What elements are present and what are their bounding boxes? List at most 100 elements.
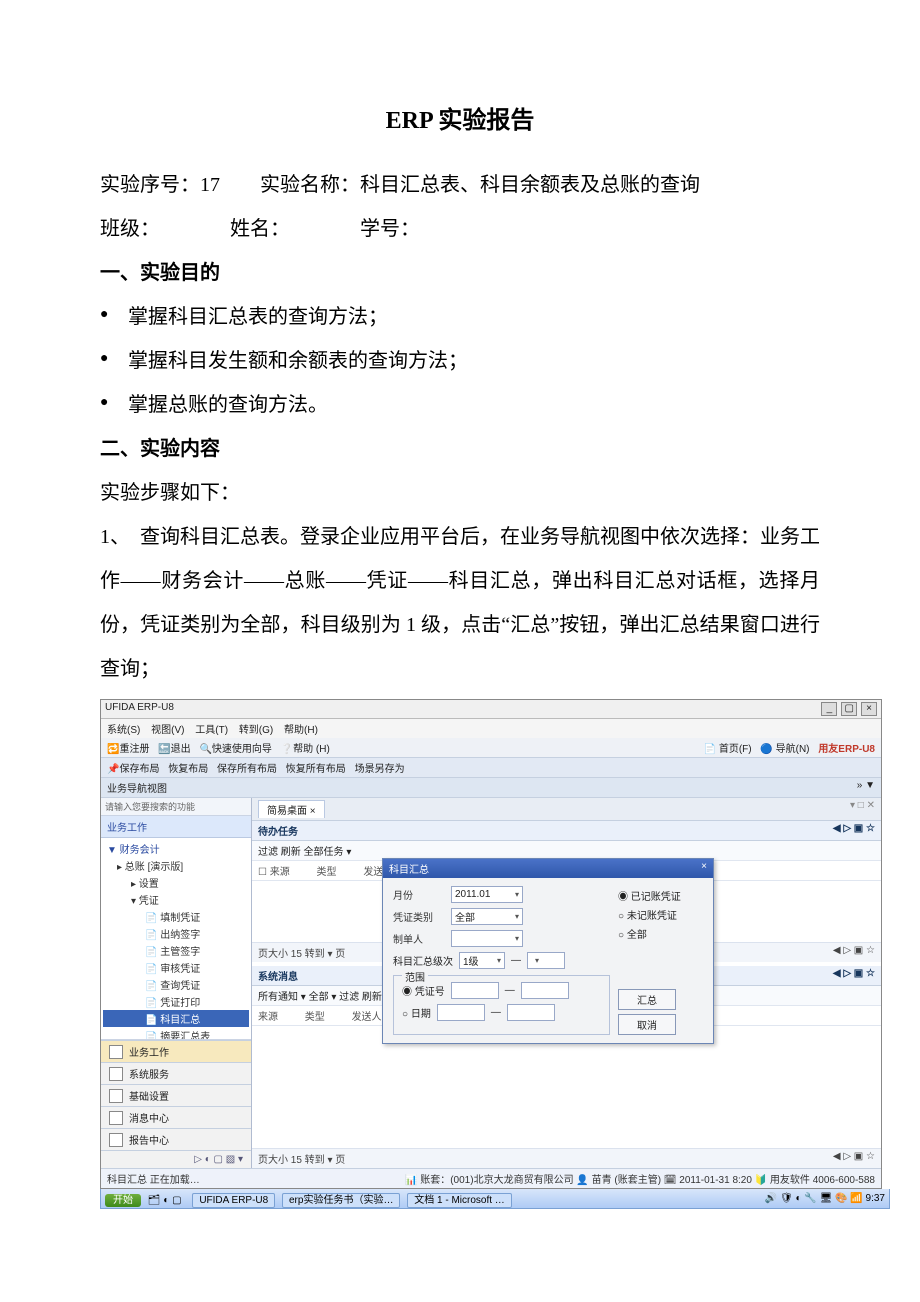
range-dash1: — [505,985,515,996]
pane-pending-title: 待办任务 ◀ ▷ ▣ ☆ [252,821,881,841]
tree-node[interactable]: 📄 出纳签字 [103,925,249,942]
select-maker[interactable]: ▾ [451,930,523,947]
radio-all[interactable]: 全部 [618,926,703,941]
task-worddoc1[interactable]: erp实验任务书（实验… [282,1193,400,1208]
dialog-close-icon[interactable]: × [701,861,707,876]
step-1: 1、 查询科目汇总表。登录企业应用平台后，在业务导航视图中依次选择：业务工作——… [100,515,820,691]
radio-unposted[interactable]: 未记账凭证 [618,907,703,922]
select-level[interactable]: 1级▾ [459,952,505,969]
sidebar-section[interactable]: 系统服务 [101,1062,251,1084]
link-nav[interactable]: 🔵 导航(N) [760,744,809,755]
sidebar-mini[interactable]: ▷ ◐ ▢ ▧ ▾ [101,1150,251,1168]
col-source: ☐ 来源 [258,863,290,878]
input-date-to[interactable] [507,1004,555,1021]
tree-node[interactable]: 📄 填制凭证 [103,908,249,925]
tree-node[interactable]: ▸ 总账 [演示版] [103,857,249,874]
sidebar-section[interactable]: 业务工作 [101,1040,251,1062]
pane-pending-label: 待办任务 [258,823,298,838]
sidebar: 请输入您要搜索的功能 业务工作 ▼ 财务会计▸ 总账 [演示版]▸ 设置▾ 凭证… [101,798,252,1168]
btn-save-all-layout[interactable]: 保存所有布局 [217,764,277,775]
tree-node[interactable]: ▾ 凭证 [103,891,249,908]
select-vouchertype[interactable]: 全部▾ [451,908,523,925]
scol-type: 类型 [305,1008,325,1023]
max-icon[interactable]: ▢ [841,702,857,716]
group-range: 范围 凭证号 — 日期 — [393,975,610,1035]
dialog-titlebar[interactable]: 科目汇总 × [383,859,713,878]
tree-node[interactable]: 📄 科目汇总 [103,1010,249,1027]
objective-1: 掌握科目汇总表的查询方法； [100,295,820,339]
btn-restore-all-layout[interactable]: 恢复所有布局 [286,764,346,775]
btn-help[interactable]: ❔帮助 (H) [281,744,330,755]
radio-voucherno[interactable]: 凭证号 [402,983,445,998]
start-button[interactable]: 开始 [105,1194,141,1207]
objective-2: 掌握科目发生额和余额表的查询方法； [100,339,820,383]
menu-goto[interactable]: 转到(G) [239,725,273,736]
tree-node[interactable]: 📄 凭证打印 [103,993,249,1010]
input-voucherno-to[interactable] [521,982,569,999]
os-taskbar[interactable]: 开始 🗂 ◐ ▢ UFIDA ERP-U8 erp实验任务书（实验… 文档 1 … [100,1189,890,1209]
tab-desktop[interactable]: 简易桌面 × [258,800,325,818]
nav-view-more[interactable]: » ▼ [857,780,875,795]
radio-date[interactable]: 日期 [402,1005,431,1020]
pager-nav[interactable]: ◀ ▷ ▣ ☆ [833,945,875,960]
range-dash2: — [491,1007,501,1018]
pager2-left[interactable]: 页大小 15 转到 ▾ 页 [258,1151,345,1166]
tree-node[interactable]: ▼ 财务会计 [103,840,249,857]
status-bar: 科目汇总 正在加载… 📊 账套：(001)北京大龙商贸有限公司 👤 苗青 (账套… [101,1168,881,1188]
legend-range: 范围 [402,969,428,984]
btn-cancel[interactable]: 取消 [618,1014,676,1035]
system-tray[interactable]: 🔊 🛡 ◐ 🔧 🖥 🎨 📶 9:37 [765,1193,885,1204]
window-buttons[interactable]: _ ▢ × [820,702,877,716]
sidebar-search[interactable]: 请输入您要搜索的功能 [101,798,251,816]
input-date-from[interactable] [437,1004,485,1021]
menu-help[interactable]: 帮助(H) [284,725,318,736]
select-level-to[interactable]: ▾ [527,952,565,969]
input-month[interactable]: 2011.01▾ [451,886,523,903]
status-left: 科目汇总 正在加载… [107,1171,200,1186]
radio-posted[interactable]: 已记账凭证 [618,888,703,903]
sysmsg-pager[interactable]: 页大小 15 转到 ▾ 页 ◀ ▷ ▣ ☆ [252,1148,881,1168]
steps-intro: 实验步骤如下： [100,471,820,515]
input-voucherno-from[interactable] [451,982,499,999]
task-worddoc2[interactable]: 文档 1 - Microsoft … [407,1193,512,1208]
task-erp[interactable]: UFIDA ERP-U8 [192,1193,275,1208]
pager-left[interactable]: 页大小 15 转到 ▾ 页 [258,945,345,960]
tree-node[interactable]: 📄 主管签字 [103,942,249,959]
sysmsg-nav-icons[interactable]: ◀ ▷ ▣ ☆ [833,968,875,983]
btn-save-layout[interactable]: 📌保存布局 [107,764,159,775]
tree-node[interactable]: 📄 审核凭证 [103,959,249,976]
menu-view[interactable]: 视图(V) [151,725,184,736]
menu-system[interactable]: 系统(S) [107,725,140,736]
scol-source: 来源 [258,1008,278,1023]
sidebar-section[interactable]: 消息中心 [101,1106,251,1128]
sidebar-section[interactable]: 基础设置 [101,1084,251,1106]
btn-exit[interactable]: 🔙退出 [158,744,190,755]
tree-node[interactable]: 📄 查询凭证 [103,976,249,993]
embedded-screenshot: UFIDA ERP-U8 _ ▢ × 系统(S) 视图(V) 工具(T) 转到(… [100,699,882,1189]
sidebar-section[interactable]: 报告中心 [101,1128,251,1150]
tree-node[interactable]: ▸ 设置 [103,874,249,891]
min-icon[interactable]: _ [821,702,837,716]
menu-tool[interactable]: 工具(T) [195,725,228,736]
btn-restore-layout[interactable]: 恢复布局 [168,764,208,775]
tree-node[interactable]: 📄 摘要汇总表 [103,1027,249,1040]
close-icon[interactable]: × [861,702,877,716]
dialog-title: 科目汇总 [389,861,429,876]
btn-wizard[interactable]: 🔍快速使用向导 [199,744,271,755]
pager2-nav[interactable]: ◀ ▷ ▣ ☆ [833,1151,875,1166]
col-type: 类型 [317,863,337,878]
menu-bar[interactable]: 系统(S) 视图(V) 工具(T) 转到(G) 帮助(H) [101,719,881,738]
scol-sender: 发送人 [352,1008,382,1023]
sysmsg-label: 系统消息 [258,968,298,983]
nav-tree[interactable]: ▼ 财务会计▸ 总账 [演示版]▸ 设置▾ 凭证📄 填制凭证📄 出纳签字📄 主管… [101,838,251,1040]
pane-nav-icons[interactable]: ◀ ▷ ▣ ☆ [833,823,875,838]
btn-summary[interactable]: 汇总 [618,989,676,1010]
quicklaunch-icons[interactable]: 🗂 ◐ ▢ [148,1195,182,1206]
section-2: 二、实验内容 [100,427,820,471]
btn-rereg[interactable]: 🔁重注册 [107,744,149,755]
lbl-month: 月份 [393,887,445,902]
tab-close-icon[interactable]: ▾ □ ✕ [850,800,875,811]
main-area: 简易桌面 × ▾ □ ✕ 待办任务 ◀ ▷ ▣ ☆ 过滤 刷新 全部任务 ▾ ☐… [252,798,881,1168]
btn-scene-saveas[interactable]: 场景另存为 [355,764,405,775]
link-home[interactable]: 📄 首页(F) [704,744,752,755]
